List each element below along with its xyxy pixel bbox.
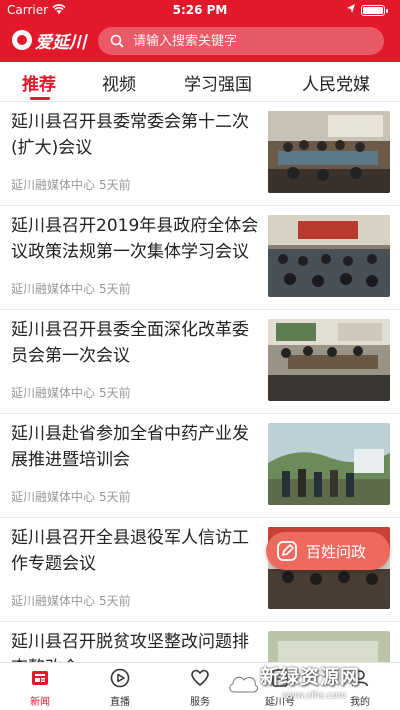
battery-icon bbox=[361, 5, 388, 16]
news-title: 延川县召开2019年县政府全体会议政策法规第一次集体学习会议 bbox=[11, 216, 259, 262]
active-tab-indicator bbox=[30, 97, 50, 100]
category-tabs: 推荐 视频 学习强国 人民党媒 bbox=[0, 62, 400, 102]
logo-text: 爱延川 bbox=[35, 32, 86, 53]
news-title: 延川县召开县委全面深化改革委员会第一次会议 bbox=[11, 320, 249, 366]
nav-service[interactable]: 服务 bbox=[170, 667, 230, 708]
news-meta: 延川融媒体中心 5天前 bbox=[11, 384, 131, 401]
tab-recommend[interactable]: 推荐 bbox=[22, 70, 56, 95]
news-item[interactable]: 延川县赴省参加全省中药产业发展推进暨培训会 延川融媒体中心 5天前 bbox=[0, 414, 400, 518]
news-item[interactable]: 延川县召开县委全面深化改革委员会第一次会议 延川融媒体中心 5天前 bbox=[0, 310, 400, 414]
news-icon bbox=[32, 671, 48, 685]
news-title: 延川县赴省参加全省中药产业发展推进暨培训会 bbox=[11, 424, 249, 470]
news-time: 5天前 bbox=[99, 490, 131, 504]
news-meta: 延川融媒体中心 5天前 bbox=[11, 592, 131, 609]
nav-service-label: 服务 bbox=[190, 697, 210, 708]
news-item[interactable]: 延川县召开2019年县政府全体会议政策法规第一次集体学习会议 延川融媒体中心 5天… bbox=[0, 206, 400, 310]
location-arrow-icon bbox=[346, 3, 356, 17]
search-bar[interactable] bbox=[98, 27, 384, 55]
tab-video[interactable]: 视频 bbox=[102, 70, 136, 95]
status-time: 5:26 PM bbox=[172, 3, 228, 17]
news-thumbnail bbox=[268, 631, 390, 662]
status-bar: Carrier 5:26 PM bbox=[0, 0, 400, 20]
watermark-url: www.xlhs.com bbox=[282, 691, 347, 701]
tab-study[interactable]: 学习强国 bbox=[184, 70, 252, 95]
news-title: 延川县召开县委常委会第十二次(扩大)会议 bbox=[11, 112, 249, 158]
news-thumbnail bbox=[268, 215, 390, 297]
news-source: 延川融媒体中心 bbox=[11, 490, 96, 504]
news-item[interactable]: 延川县召开脱贫攻坚整改问题排查整改会 bbox=[0, 622, 400, 662]
nav-live-label: 直播 bbox=[110, 697, 130, 708]
public-inquiry-label: 百姓问政 bbox=[306, 542, 367, 561]
news-time: 5天前 bbox=[99, 282, 131, 296]
news-thumbnail bbox=[268, 111, 390, 193]
news-title: 延川县召开全县退役军人信访工作专题会议 bbox=[11, 528, 249, 574]
site-watermark: 新绿资源网 www.xlhs.com bbox=[226, 660, 400, 710]
public-inquiry-button[interactable]: 百姓问政 bbox=[266, 532, 390, 570]
news-item[interactable]: 延川县召开县委常委会第十二次(扩大)会议 延川融媒体中心 5天前 bbox=[0, 102, 400, 206]
nav-news-label: 新闻 bbox=[30, 697, 50, 708]
tab-party-media[interactable]: 人民党媒 bbox=[302, 70, 370, 95]
news-source: 延川融媒体中心 bbox=[11, 178, 96, 192]
play-icon bbox=[110, 668, 130, 688]
news-source: 延川融媒体中心 bbox=[11, 594, 96, 608]
news-thumbnail bbox=[268, 319, 390, 401]
cloud-logo-icon bbox=[229, 676, 258, 693]
news-meta: 延川融媒体中心 5天前 bbox=[11, 176, 131, 193]
news-time: 5天前 bbox=[99, 386, 131, 400]
edit-icon bbox=[277, 541, 297, 561]
app-logo[interactable]: 爱延川 bbox=[12, 29, 86, 53]
search-icon bbox=[110, 34, 124, 48]
logo-mark-icon bbox=[12, 30, 32, 50]
news-thumbnail bbox=[268, 423, 390, 505]
watermark-title: 新绿资源网 bbox=[260, 666, 361, 688]
news-time: 5天前 bbox=[99, 178, 131, 192]
news-meta: 延川融媒体中心 5天前 bbox=[11, 280, 131, 297]
search-input[interactable] bbox=[133, 33, 373, 49]
nav-live[interactable]: 直播 bbox=[90, 667, 150, 708]
news-title: 延川县召开脱贫攻坚整改问题排查整改会 bbox=[11, 632, 249, 662]
service-icon bbox=[191, 669, 209, 687]
news-meta: 延川融媒体中心 5天前 bbox=[11, 488, 131, 505]
app-header: Carrier 5:26 PM 爱延川 bbox=[0, 0, 400, 62]
news-feed: 延川县召开县委常委会第十二次(扩大)会议 延川融媒体中心 5天前 延川县召开201… bbox=[0, 102, 400, 662]
nav-news[interactable]: 新闻 bbox=[10, 667, 70, 708]
news-source: 延川融媒体中心 bbox=[11, 386, 96, 400]
news-source: 延川融媒体中心 bbox=[11, 282, 96, 296]
news-time: 5天前 bbox=[99, 594, 131, 608]
